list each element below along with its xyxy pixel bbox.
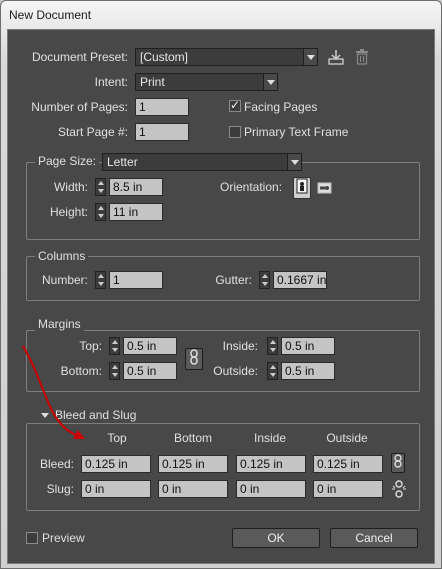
column-number-field[interactable]: 1: [109, 271, 163, 289]
page-size-label: Page Size:: [35, 154, 100, 168]
facing-pages-checkbox[interactable]: [229, 98, 241, 112]
chevron-down-icon: [287, 154, 301, 170]
page-size-value: Letter: [107, 155, 138, 169]
portrait-orientation-icon[interactable]: [293, 177, 311, 199]
margin-top-field[interactable]: 0.5 in: [123, 337, 177, 355]
bleed-top-field[interactable]: 0.125 in: [81, 455, 151, 473]
margin-outside-stepper[interactable]: [267, 362, 278, 380]
primary-text-frame-label: Primary Text Frame: [244, 125, 349, 139]
col-bottom-header: Bottom: [173, 431, 212, 445]
bleed-outside-field[interactable]: 0.125 in: [313, 455, 383, 473]
cancel-button[interactable]: Cancel: [330, 528, 418, 548]
slug-bottom-field[interactable]: 0 in: [158, 480, 228, 498]
height-field[interactable]: 11 in: [109, 203, 163, 221]
gutter-field[interactable]: 0.1667 in: [273, 271, 327, 289]
slug-outside-field[interactable]: 0 in: [313, 480, 383, 498]
margin-inside-field[interactable]: 0.5 in: [281, 337, 335, 355]
trash-icon[interactable]: [355, 49, 369, 65]
width-field[interactable]: 8.5 in: [109, 178, 163, 196]
margin-bottom-label: Bottom:: [60, 364, 102, 378]
margin-outside-field[interactable]: 0.5 in: [281, 362, 335, 380]
gutter-label: Gutter:: [215, 273, 252, 287]
col-top-header: Top: [107, 431, 127, 445]
height-label: Height:: [49, 205, 88, 219]
disclosure-triangle-icon: [41, 413, 49, 419]
bleed-slug-header[interactable]: Bleed and Slug: [38, 408, 140, 422]
page-size-dropdown[interactable]: Letter: [102, 153, 302, 171]
primary-text-frame-checkbox[interactable]: [229, 126, 241, 138]
new-document-window: New Document Document Preset: [Custom] I…: [0, 0, 442, 569]
column-number-label: Number:: [41, 273, 88, 287]
bleed-slug-label: Bleed and Slug: [55, 408, 137, 422]
orientation-label: Orientation:: [220, 180, 283, 194]
window-title: New Document: [9, 8, 92, 22]
preview-checkbox[interactable]: [26, 532, 38, 544]
number-of-pages-field[interactable]: 1: [135, 98, 189, 116]
margin-outside-label: Outside:: [213, 364, 258, 378]
bleed-bottom-field[interactable]: 0.125 in: [158, 455, 228, 473]
column-number-stepper[interactable]: [95, 271, 106, 289]
document-preset-label: Document Preset:: [31, 50, 128, 64]
margin-top-label: Top:: [79, 339, 102, 353]
dialog-body: Document Preset: [Custom] Intent: Print …: [7, 29, 435, 564]
number-of-pages-label: Number of Pages:: [31, 100, 128, 114]
intent-label: Intent:: [94, 75, 128, 89]
slug-label: Slug:: [46, 482, 74, 496]
preview-label: Preview: [42, 531, 85, 545]
document-preset-dropdown[interactable]: [Custom]: [135, 48, 318, 66]
margin-inside-label: Inside:: [222, 339, 258, 353]
title-bar[interactable]: New Document: [1, 1, 441, 29]
margin-bottom-field[interactable]: 0.5 in: [123, 362, 177, 380]
col-inside-header: Inside: [253, 431, 287, 445]
chevron-down-icon: [303, 49, 317, 65]
width-stepper[interactable]: [95, 178, 106, 196]
intent-dropdown[interactable]: Print: [135, 73, 278, 91]
page-size-group: [26, 162, 420, 240]
gutter-stepper[interactable]: [259, 271, 270, 289]
chain-broken-icon[interactable]: [391, 480, 407, 498]
height-stepper[interactable]: [95, 203, 106, 221]
document-preset-value: [Custom]: [140, 50, 189, 64]
landscape-orientation-icon[interactable]: [316, 180, 334, 196]
ok-button[interactable]: OK: [232, 528, 320, 548]
slug-inside-field[interactable]: 0 in: [236, 480, 306, 498]
col-outside-header: Outside: [326, 431, 368, 445]
margin-top-stepper[interactable]: [109, 337, 120, 355]
start-page-label: Start Page #:: [57, 125, 128, 139]
start-page-field[interactable]: 1: [135, 123, 189, 141]
facing-pages-label: Facing Pages: [244, 100, 318, 114]
intent-value: Print: [140, 75, 165, 89]
chain-link-icon[interactable]: [391, 453, 405, 473]
chevron-down-icon: [263, 74, 277, 90]
columns-label: Columns: [35, 249, 89, 263]
margin-inside-stepper[interactable]: [267, 337, 278, 355]
bleed-inside-field[interactable]: 0.125 in: [236, 455, 306, 473]
margin-bottom-stepper[interactable]: [109, 362, 120, 380]
bleed-label: Bleed:: [39, 457, 74, 471]
slug-top-field[interactable]: 0 in: [81, 480, 151, 498]
margins-label: Margins: [35, 317, 84, 331]
width-label: Width:: [53, 180, 88, 194]
save-preset-icon[interactable]: [328, 49, 344, 65]
